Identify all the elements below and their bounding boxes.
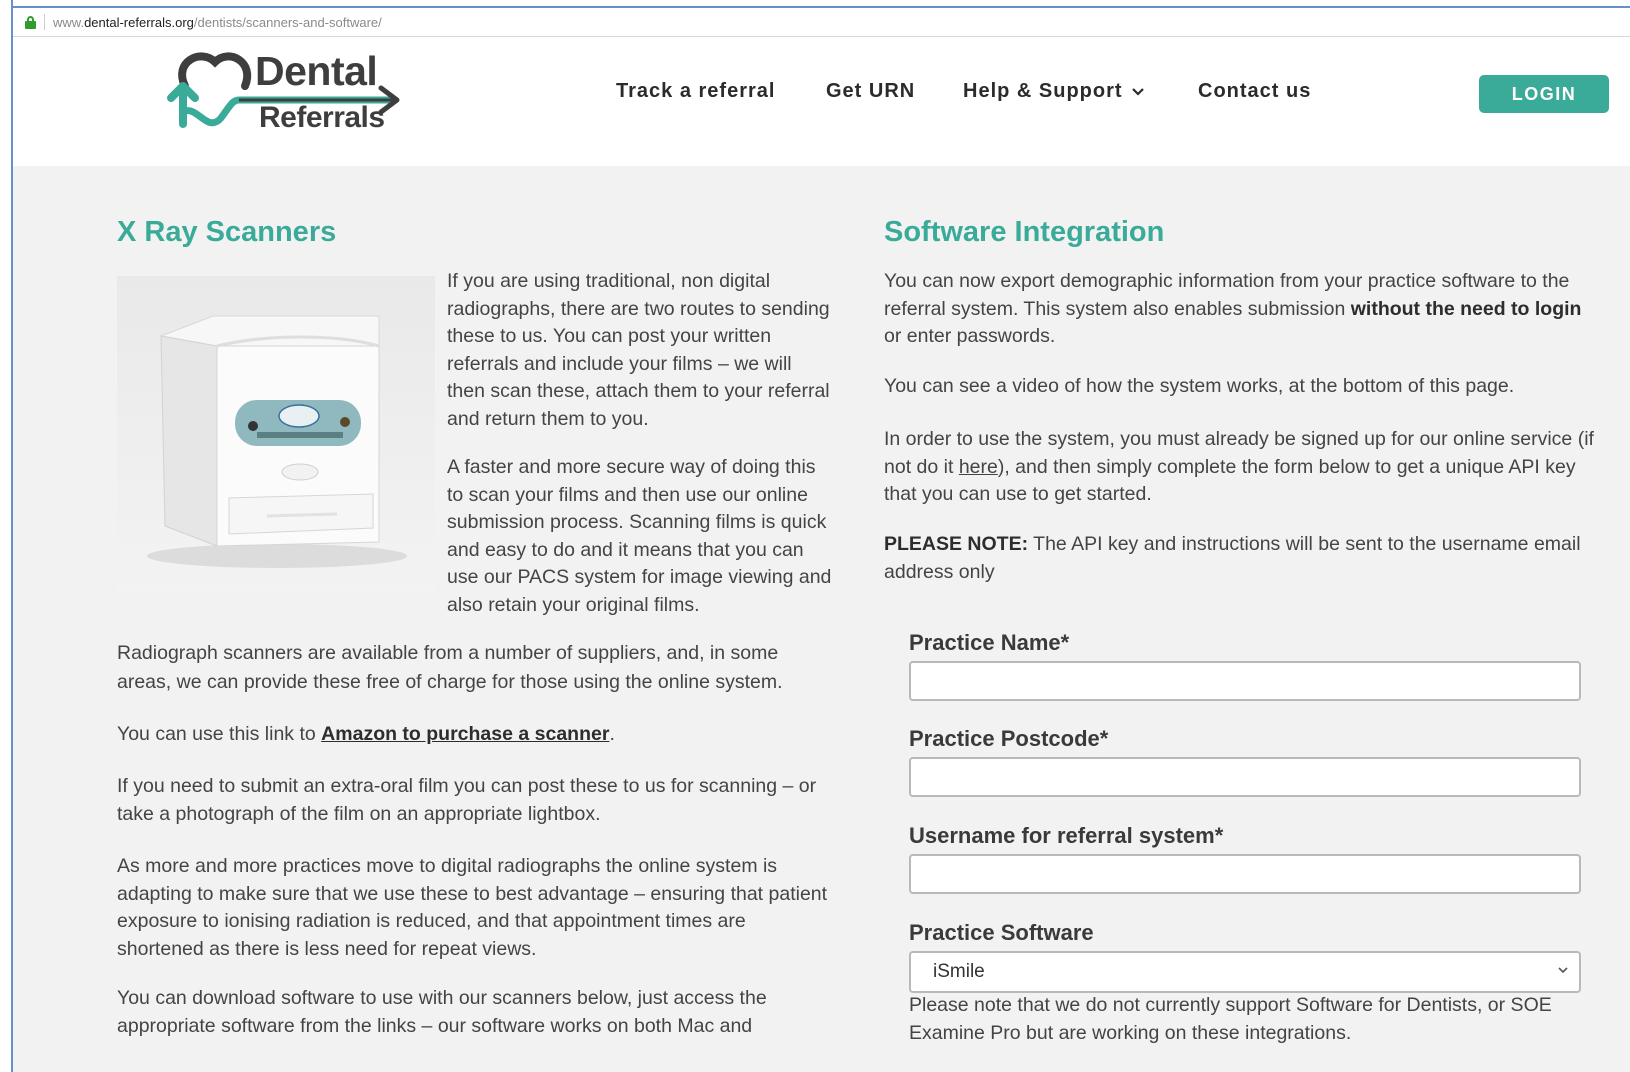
- nav-track-referral[interactable]: Track a referral: [616, 80, 775, 103]
- scanners-paragraph-7: You can download software to use with ou…: [117, 987, 767, 1037]
- address-bar[interactable]: www.dental-referrals.org/dentists/scanne…: [13, 6, 1630, 37]
- scanners-paragraph-1: If you are using traditional, non digita…: [447, 270, 830, 430]
- main-nav: Track a referral Get URN Help & Support …: [13, 40, 1630, 166]
- xray-scanners-heading: X Ray Scanners: [117, 216, 337, 248]
- practice-postcode-input[interactable]: [909, 757, 1581, 797]
- nav-contact-us[interactable]: Contact us: [1198, 80, 1311, 103]
- scanners-paragraph-2: A faster and more secure way of doing th…: [447, 456, 832, 616]
- site-header: Dental Referrals Track a referral Get UR…: [13, 40, 1630, 166]
- username-label: Username for referral system*: [909, 823, 1224, 848]
- practice-software-selected: iSmile: [933, 961, 985, 982]
- software-support-note: Please note that we do not currently sup…: [909, 994, 1552, 1044]
- scanners-paragraph-6: As more and more practices move to digit…: [117, 855, 828, 960]
- film-reader-illustration: [147, 315, 407, 568]
- main-content: X Ray Scanners If you are using traditio…: [13, 166, 1630, 1072]
- chevron-down-icon: [1131, 87, 1144, 96]
- url-text[interactable]: www.dental-referrals.org/dentists/scanne…: [53, 15, 382, 30]
- xray-scanner-image: [117, 276, 435, 594]
- signup-here-link[interactable]: here: [959, 456, 998, 478]
- scanners-paragraph-4: You can use this link to Amazon to purch…: [117, 723, 615, 745]
- software-integration-heading: Software Integration: [884, 216, 1165, 248]
- integration-paragraph-3: In order to use the system, you must alr…: [884, 428, 1594, 505]
- practice-postcode-label: Practice Postcode*: [909, 726, 1109, 751]
- practice-name-label: Practice Name*: [909, 630, 1070, 655]
- nav-get-urn[interactable]: Get URN: [826, 80, 915, 103]
- chevron-down-icon: [1558, 967, 1568, 974]
- integration-paragraph-1: You can now export demographic informati…: [884, 270, 1582, 347]
- amazon-scanner-link[interactable]: Amazon to purchase a scanner: [321, 723, 609, 745]
- integration-paragraph-2: You can see a video of how the system wo…: [884, 375, 1515, 397]
- lock-icon: [25, 15, 36, 29]
- scanners-paragraph-3: Radiograph scanners are available from a…: [117, 642, 783, 693]
- scanners-paragraph-5: If you need to submit an extra-oral film…: [117, 775, 817, 825]
- username-input[interactable]: [909, 854, 1581, 894]
- login-button[interactable]: LOGIN: [1479, 75, 1609, 113]
- practice-software-select[interactable]: iSmile: [909, 951, 1581, 993]
- nav-help-support[interactable]: Help & Support: [963, 80, 1145, 103]
- integration-paragraph-4: PLEASE NOTE: The API key and instruction…: [884, 533, 1581, 583]
- practice-name-input[interactable]: [909, 661, 1581, 701]
- nav-help-support-label: Help & Support: [963, 80, 1123, 102]
- practice-software-label: Practice Software: [909, 920, 1094, 945]
